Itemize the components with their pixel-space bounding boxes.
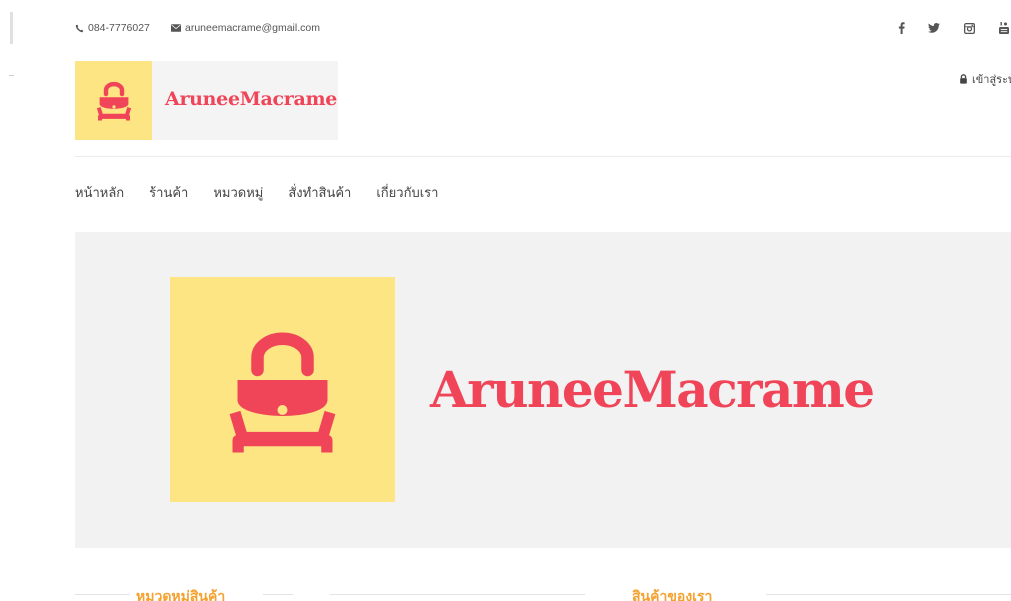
envelope-icon: [171, 24, 181, 32]
twitter-link[interactable]: [926, 20, 942, 36]
hero-banner[interactable]: AruneeMacrame: [75, 232, 1011, 548]
login-label: เข้าสู่ระบ: [972, 74, 1011, 86]
products-heading: สินค้าของเรา: [330, 584, 1011, 601]
logo-icon-background: [75, 61, 152, 140]
header-divider: [75, 156, 1011, 157]
heading-line: [330, 594, 585, 595]
instagram-link[interactable]: [961, 20, 977, 36]
heading-line: [263, 594, 293, 595]
nav-item-categories[interactable]: หมวดหมู่: [213, 182, 263, 203]
handbag-icon: [96, 81, 131, 121]
phone-icon: [75, 24, 84, 32]
left-edge-scrollbar: [10, 12, 13, 44]
categories-title: หมวดหมู่สินค้า: [136, 588, 226, 601]
site-logo[interactable]: AruneeMacrame: [75, 61, 338, 140]
youtube-icon: [999, 22, 1009, 34]
nav-item-shop[interactable]: ร้านค้า: [149, 182, 188, 203]
nav-item-home[interactable]: หน้าหลัก: [75, 182, 124, 203]
lock-icon: [960, 74, 967, 84]
hero-brand-text: AruneeMacrame: [430, 360, 875, 419]
email-contact[interactable]: aruneemacrame@gmail.com: [171, 22, 320, 34]
top-bar: 084-7776027 aruneemacrame@gmail.com: [75, 20, 1011, 38]
twitter-icon: [928, 23, 940, 33]
logo-text: AruneeMacrame: [165, 88, 338, 110]
facebook-icon: [898, 22, 905, 34]
phone-number: 084-7776027: [88, 22, 150, 34]
nav-item-about[interactable]: เกี่ยวกับเรา: [376, 182, 438, 203]
email-address: aruneemacrame@gmail.com: [185, 22, 320, 34]
facebook-link[interactable]: [893, 20, 909, 36]
youtube-link[interactable]: [996, 20, 1011, 36]
heading-line: [766, 594, 1011, 595]
login-link[interactable]: เข้าสู่ระบ: [959, 70, 1011, 88]
left-edge-mark: [9, 75, 14, 76]
nav-item-custom-order[interactable]: สั่งทำสินค้า: [288, 182, 351, 203]
categories-heading: หมวดหมู่สินค้า: [75, 584, 293, 601]
phone-contact[interactable]: 084-7776027: [75, 22, 150, 34]
hero-logo-icon-background: [170, 277, 395, 502]
instagram-icon: [963, 22, 975, 34]
main-nav: หน้าหลัก ร้านค้า หมวดหมู่ สั่งทำสินค้า เ…: [75, 182, 438, 203]
products-title: สินค้าของเรา: [632, 588, 713, 601]
handbag-icon: [229, 332, 336, 452]
heading-line: [75, 594, 130, 595]
